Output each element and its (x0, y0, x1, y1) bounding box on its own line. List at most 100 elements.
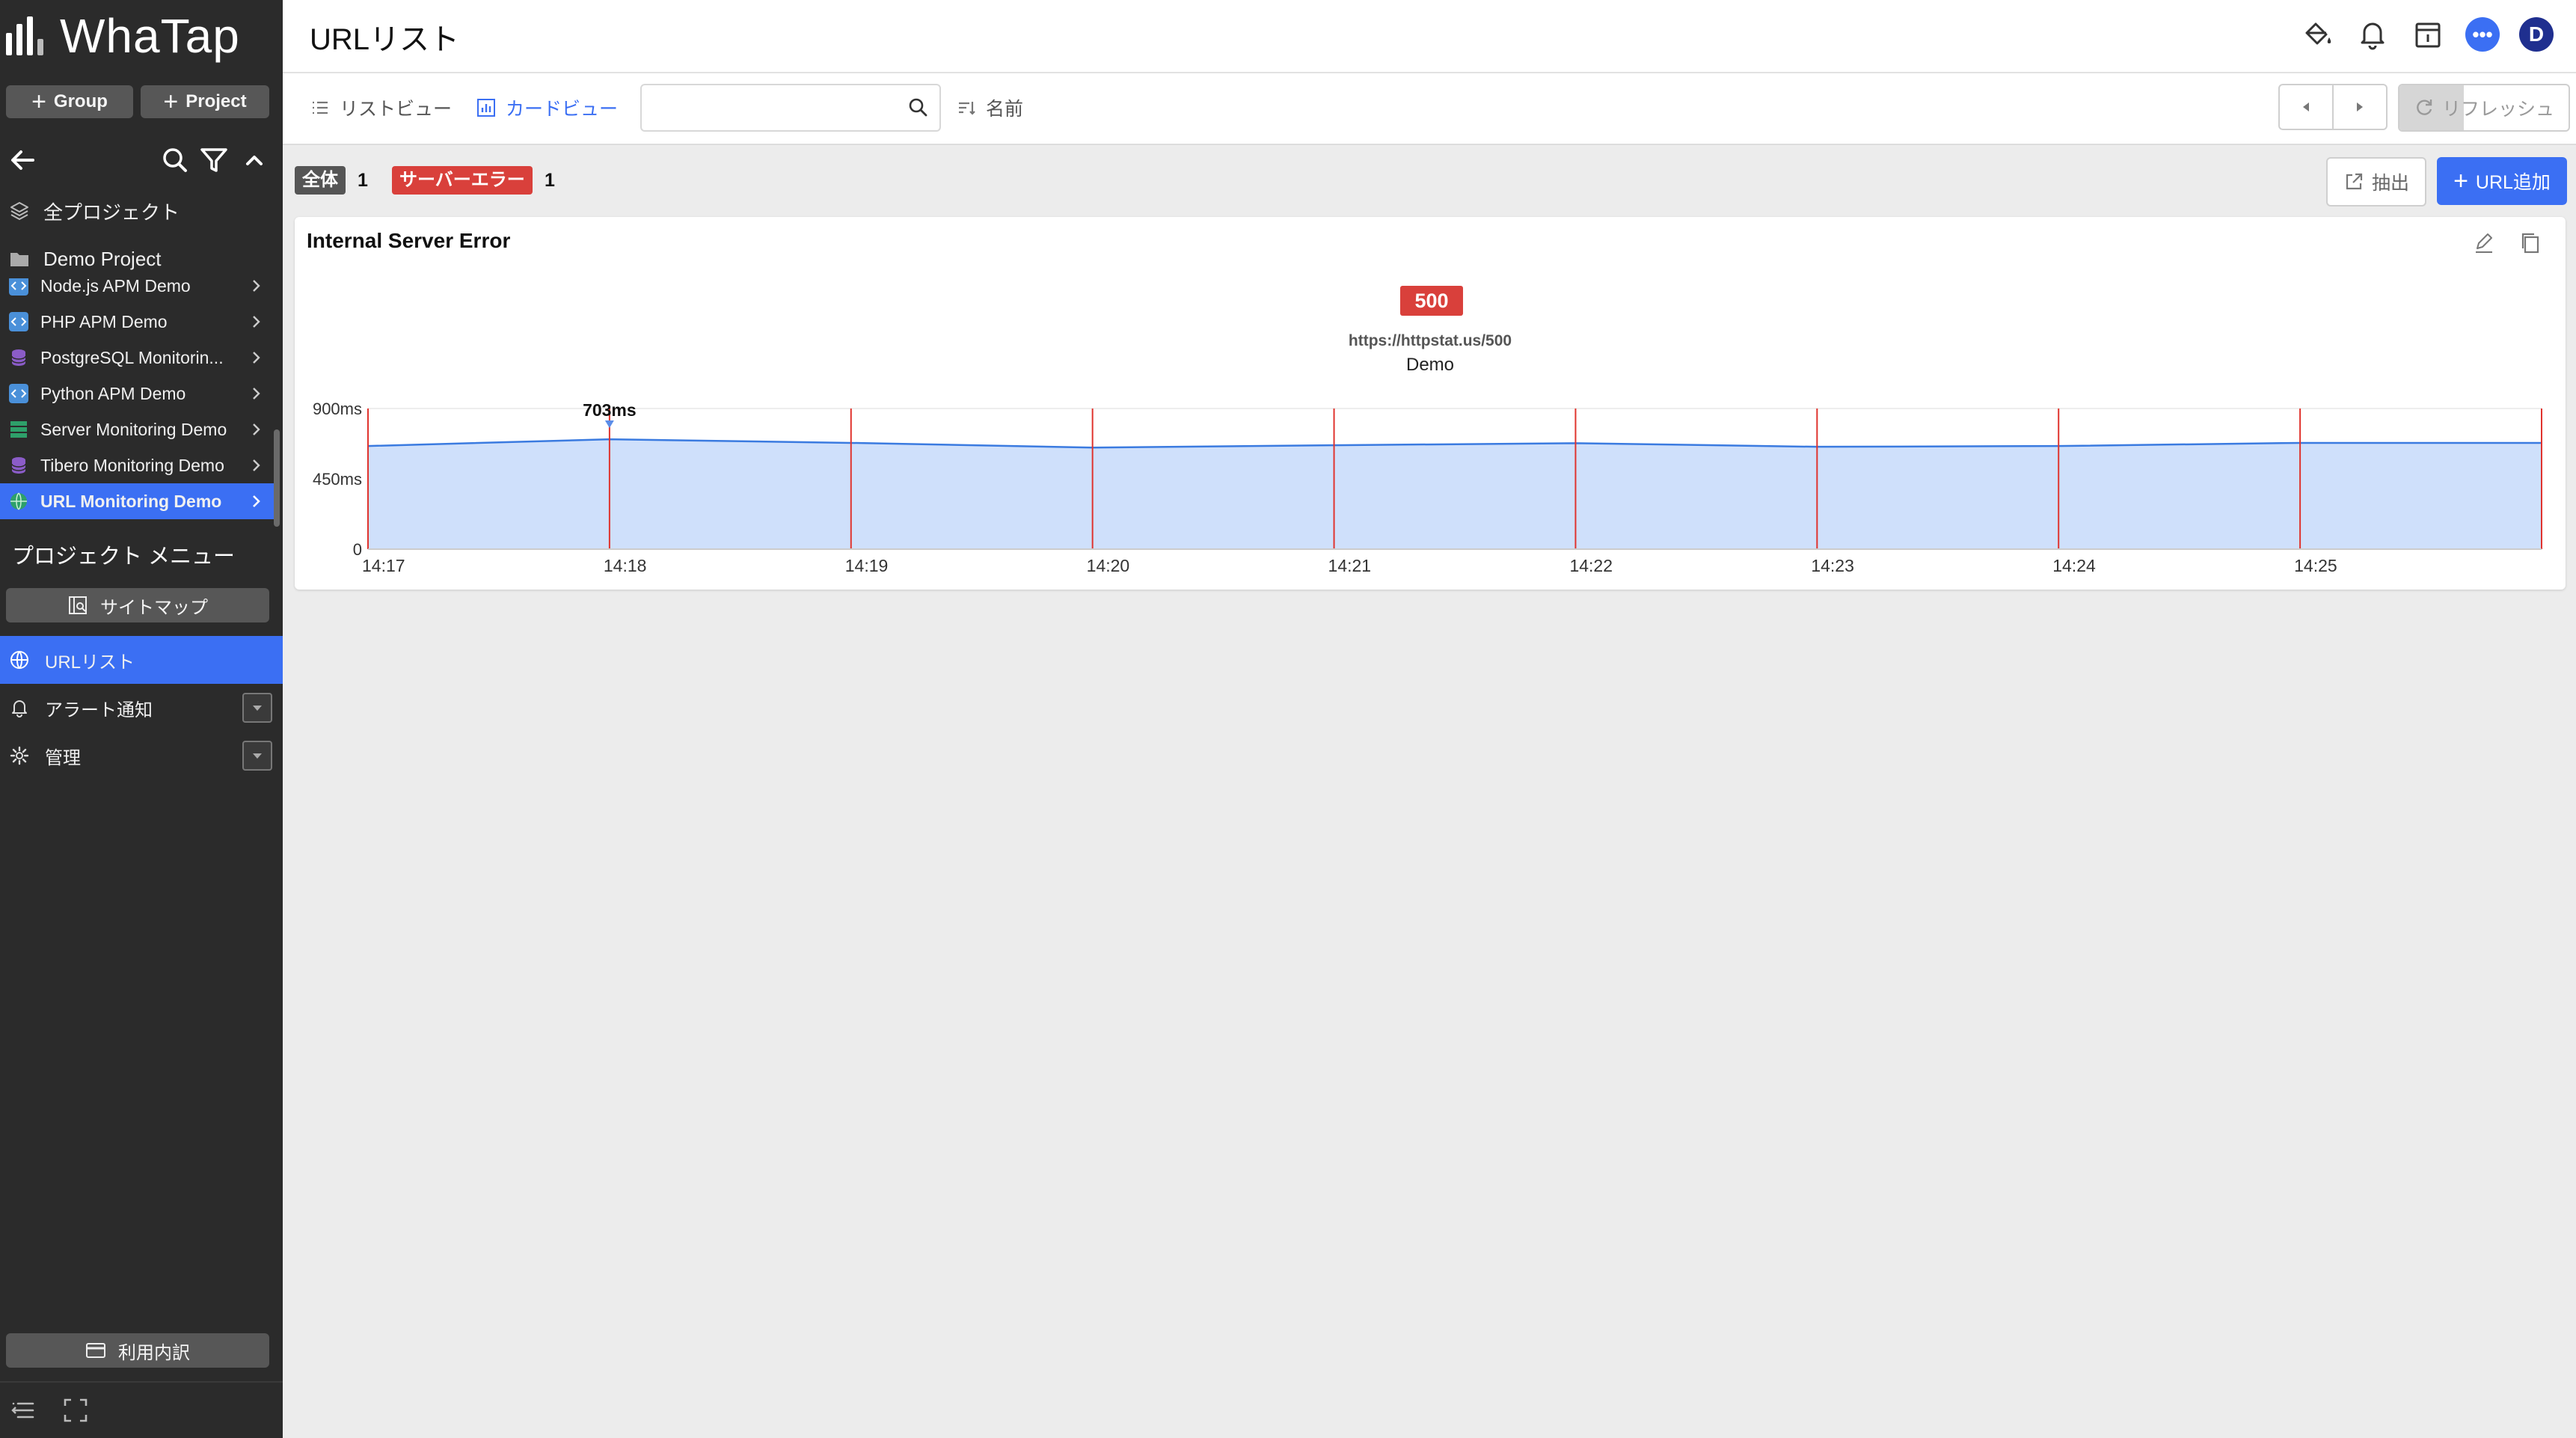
toolbar: リストビュー カードビュー 名前 リフレッシュ (283, 73, 2576, 145)
add-group-label: Group (53, 91, 108, 111)
sidebar-scrollbar[interactable] (274, 429, 280, 527)
folder-icon (10, 253, 28, 266)
bar-chart-icon (477, 99, 495, 117)
project-list: Node.js APM Demo PHP APM Demo PostgreSQL… (0, 278, 283, 530)
list-view-tab[interactable]: リストビュー (310, 93, 452, 123)
add-url-button[interactable]: + URL追加 (2437, 157, 2567, 205)
x-tick-label: 14:19 (845, 556, 889, 575)
chevron-right-icon (253, 280, 260, 292)
caret-left-icon (2303, 103, 2309, 111)
fullscreen-icon[interactable] (63, 1398, 88, 1423)
nav-url-list[interactable]: URLリスト (0, 636, 283, 684)
annotation-pointer (604, 420, 614, 428)
bell-icon (12, 700, 27, 718)
filter-badge-all[interactable]: 全体 (295, 166, 346, 195)
chevron-right-icon (253, 388, 260, 400)
header-bar: URLリスト ••• D (283, 0, 2576, 73)
caret-down-icon (253, 753, 262, 759)
filter-icon[interactable] (199, 145, 229, 175)
nav-alert[interactable]: アラート通知 (0, 684, 283, 732)
refresh-button[interactable]: リフレッシュ (2398, 84, 2570, 132)
collapse-menu-icon[interactable] (10, 1398, 36, 1423)
add-url-label: URL追加 (2475, 172, 2551, 193)
filter-badge-server-error[interactable]: サーバーエラー (392, 166, 533, 195)
search-input[interactable] (651, 85, 893, 129)
external-link-icon (2346, 173, 2363, 190)
x-tick-label: 14:24 (2052, 556, 2096, 575)
code-icon (9, 384, 28, 403)
next-page-button[interactable] (2334, 84, 2388, 130)
x-tick-label: 14:17 (362, 556, 405, 575)
calendar-button[interactable] (2410, 16, 2446, 52)
project-item-nodejs[interactable]: Node.js APM Demo (0, 278, 274, 304)
search-icon[interactable] (907, 96, 929, 118)
sidebar-footer (0, 1381, 283, 1438)
project-label: Node.js APM Demo (40, 278, 191, 296)
project-label: PostgreSQL Monitorin... (40, 347, 224, 367)
card-view-tab[interactable]: カードビュー (476, 93, 618, 123)
billing-button[interactable]: 利用内訳 (6, 1333, 269, 1368)
chevron-right-icon (253, 423, 260, 435)
chevron-up-icon[interactable] (239, 145, 269, 175)
sitemap-button[interactable]: サイトマップ (6, 588, 269, 622)
whatap-logo[interactable]: WhaTap (6, 6, 240, 66)
project-item-postgresql[interactable]: PostgreSQL Monitorin... (0, 340, 274, 376)
server-icon (10, 421, 27, 438)
project-item-url-monitoring[interactable]: URL Monitoring Demo (0, 483, 274, 519)
notifications-button[interactable] (2355, 16, 2391, 52)
y-tick-label: 900ms (313, 400, 362, 418)
add-group-button[interactable]: + Group (6, 85, 133, 118)
x-tick-label: 14:23 (1811, 556, 1854, 575)
brand-name: WhaTap (60, 9, 240, 63)
chat-icon[interactable]: ••• (2465, 17, 2500, 52)
theme-paint-button[interactable] (2299, 16, 2335, 52)
refresh-label: リフレッシュ (2441, 99, 2554, 120)
x-tick-label: 14:20 (1087, 556, 1130, 575)
project-menu-title: プロジェクト メニュー (12, 545, 236, 569)
nav-label: アラート通知 (45, 700, 153, 720)
caret-right-icon (2357, 103, 2363, 111)
folder-item-demo-project[interactable]: Demo Project (0, 241, 283, 277)
y-tick-label: 0 (353, 540, 362, 559)
sort-button[interactable]: 名前 (956, 93, 1023, 123)
url-card[interactable]: Internal Server Error 500 https://httpst… (295, 217, 2566, 590)
chevron-right-icon (253, 352, 260, 364)
project-item-php[interactable]: PHP APM Demo (0, 304, 274, 340)
add-project-button[interactable]: + Project (141, 85, 269, 118)
chevron-right-icon (253, 459, 260, 471)
search-box (640, 84, 941, 132)
bell-icon (2361, 22, 2385, 50)
all-projects-item[interactable]: 全プロジェクト (0, 193, 283, 229)
response-time-chart[interactable]: 900ms 450ms 014:17 14:18 14:19 14:20 14:21 14:2… (295, 217, 2566, 590)
code-icon (9, 312, 28, 331)
billing-label: 利用内訳 (118, 1342, 190, 1363)
nav-label: URLリスト (45, 652, 135, 673)
avatar[interactable]: D (2519, 17, 2554, 52)
list-view-label: リストビュー (340, 99, 453, 120)
project-item-python[interactable]: Python APM Demo (0, 376, 274, 411)
nav-management[interactable]: 管理 (0, 732, 283, 780)
globe-icon (10, 492, 27, 510)
project-item-tibero[interactable]: Tibero Monitoring Demo (0, 447, 274, 483)
sort-label: 名前 (986, 99, 1024, 120)
x-tick-label: 14:18 (604, 556, 647, 575)
expand-alert-button[interactable] (242, 693, 272, 723)
chevron-right-icon (253, 316, 260, 328)
project-label: Server Monitoring Demo (40, 419, 227, 439)
expand-management-button[interactable] (242, 741, 272, 771)
x-tick-label: 14:21 (1328, 556, 1372, 575)
filter-count-server-error: 1 (545, 170, 555, 191)
globe-icon (10, 651, 28, 669)
pagination (2278, 84, 2388, 130)
back-arrow-icon[interactable] (7, 145, 37, 175)
caret-down-icon (253, 706, 262, 711)
plus-icon: + (163, 88, 179, 116)
extract-button[interactable]: 抽出 (2326, 157, 2426, 206)
sitemap-label: サイトマップ (100, 597, 208, 618)
y-tick-label: 450ms (313, 470, 362, 489)
project-item-server[interactable]: Server Monitoring Demo (0, 411, 274, 447)
search-icon[interactable] (160, 145, 190, 175)
database-icon (11, 457, 26, 474)
folder-label: Demo Project (43, 247, 162, 270)
prev-page-button[interactable] (2278, 84, 2334, 130)
